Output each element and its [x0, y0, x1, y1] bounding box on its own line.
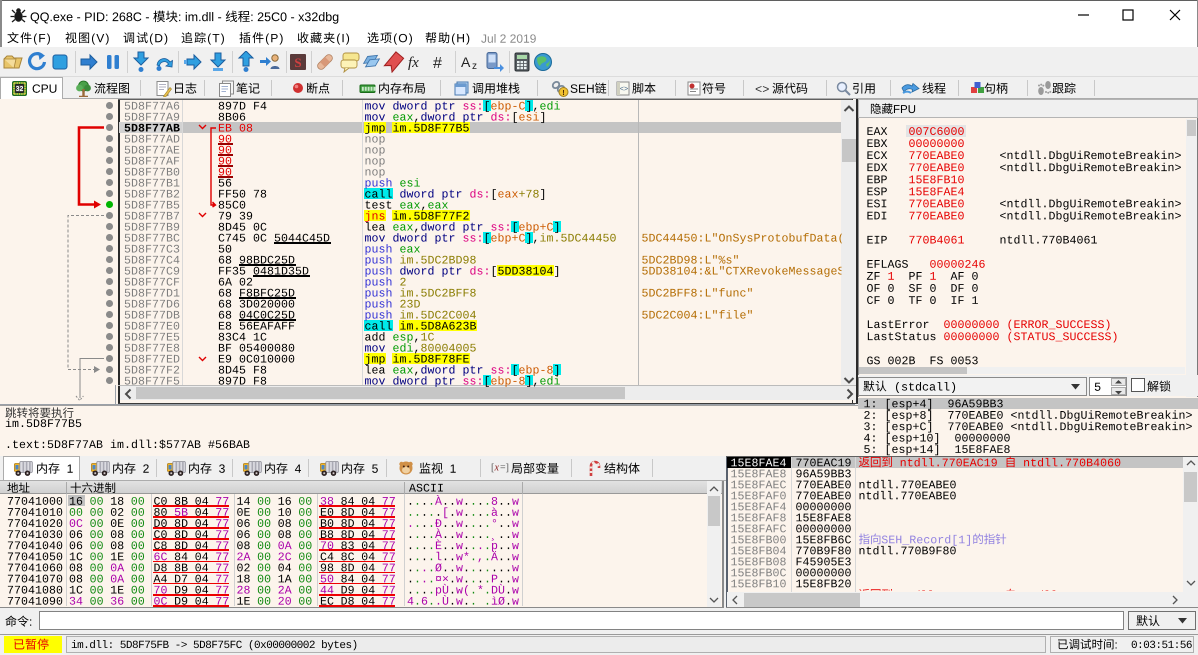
svg-text:S: S — [294, 55, 301, 70]
svg-text:fx: fx — [408, 55, 419, 71]
svg-text:!: ! — [562, 90, 564, 97]
svg-text:A: A — [461, 54, 471, 70]
svg-text:32: 32 — [16, 86, 24, 93]
svg-text:x: x — [494, 462, 500, 473]
svg-text:z: z — [472, 61, 477, 72]
svg-text:#: # — [433, 55, 442, 72]
svg-text:<>: <> — [620, 86, 628, 94]
svg-text:=]: =] — [500, 462, 509, 473]
svg-text:<>: <> — [755, 83, 769, 97]
